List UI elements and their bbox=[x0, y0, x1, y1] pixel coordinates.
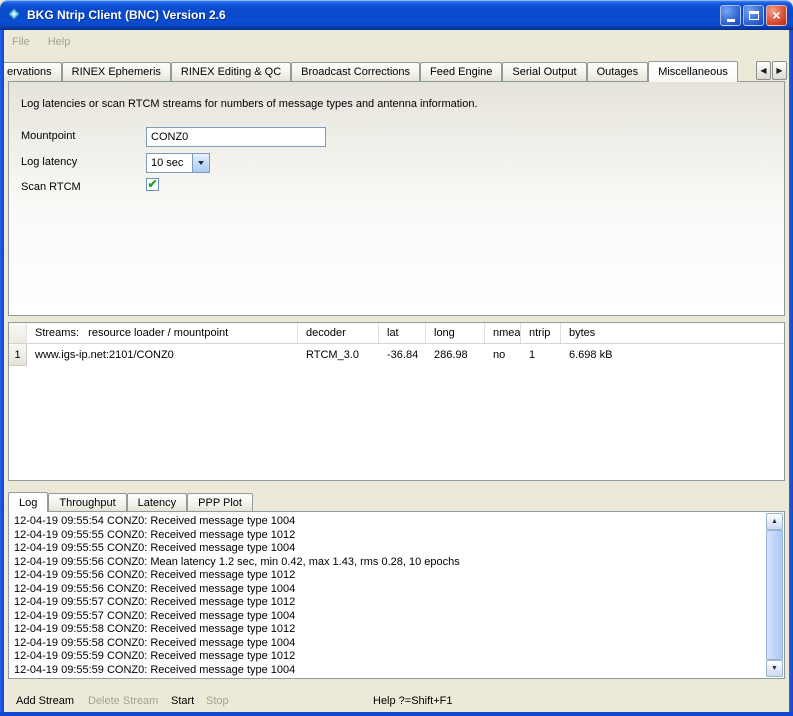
header-lat[interactable]: lat bbox=[379, 323, 426, 343]
app-icon bbox=[6, 6, 22, 25]
add-stream-button[interactable]: Add Stream bbox=[16, 695, 74, 707]
window-border-left bbox=[0, 30, 4, 716]
statusbar: Add Stream Delete Stream Start Stop Help… bbox=[4, 682, 789, 712]
mountpoint-input[interactable] bbox=[146, 127, 326, 147]
log-line: 12-04-19 09:55:55 CONZ0: Received messag… bbox=[14, 529, 762, 543]
cell-ntrip: 1 bbox=[521, 344, 561, 366]
mountpoint-label: Mountpoint bbox=[21, 130, 75, 142]
header-mountpoint[interactable]: Streams: resource loader / mountpoint bbox=[27, 323, 298, 343]
window-border-right bbox=[789, 30, 793, 716]
log-line: 12-04-19 09:55:54 CONZ0: Received messag… bbox=[14, 515, 762, 529]
header-long[interactable]: long bbox=[426, 323, 485, 343]
log-lines: 12-04-19 09:55:54 CONZ0: Received messag… bbox=[14, 515, 762, 676]
stop-button[interactable]: Stop bbox=[206, 695, 229, 707]
tab-observations[interactable]: ervations bbox=[4, 62, 62, 81]
tab-broadcast-corrections[interactable]: Broadcast Corrections bbox=[291, 62, 420, 81]
tab-scroll-buttons: ◀ ▶ bbox=[756, 61, 787, 80]
bottom-tabbar: Log Throughput Latency PPP Plot bbox=[8, 491, 253, 511]
tab-scroll-right-button[interactable]: ▶ bbox=[772, 61, 787, 80]
right-arrow-icon: ▶ bbox=[776, 66, 782, 75]
tab-ppp-plot[interactable]: PPP Plot bbox=[187, 493, 253, 511]
log-line: 12-04-19 09:55:55 CONZ0: Received messag… bbox=[14, 542, 762, 556]
client-area: File Help ervations RINEX Ephemeris RINE… bbox=[4, 30, 789, 712]
table-corner-cell bbox=[9, 323, 27, 343]
panel-description: Log latencies or scan RTCM streams for n… bbox=[21, 98, 478, 110]
maximize-icon bbox=[749, 11, 759, 20]
start-button[interactable]: Start bbox=[171, 695, 194, 707]
log-latency-value: 10 sec bbox=[147, 154, 192, 172]
titlebar[interactable]: BKG Ntrip Client (BNC) Version 2.6 × bbox=[0, 0, 793, 30]
window-border-bottom bbox=[0, 712, 793, 716]
main-tabbar: ervations RINEX Ephemeris RINEX Editing … bbox=[4, 60, 789, 81]
scrollbar-thumb[interactable] bbox=[766, 530, 783, 660]
row-number: 1 bbox=[9, 344, 27, 366]
log-scrollbar[interactable]: ▲ ▼ bbox=[766, 513, 783, 677]
menu-help[interactable]: Help bbox=[48, 36, 71, 48]
tab-outages[interactable]: Outages bbox=[587, 62, 649, 81]
cell-mountpoint: www.igs-ip.net:2101/CONZ0 bbox=[27, 344, 298, 366]
cell-nmea: no bbox=[485, 344, 521, 366]
miscellaneous-panel: Log latencies or scan RTCM streams for n… bbox=[8, 81, 785, 316]
header-decoder[interactable]: decoder bbox=[298, 323, 379, 343]
log-latency-dropdown-button[interactable] bbox=[192, 154, 209, 172]
tab-throughput[interactable]: Throughput bbox=[48, 493, 126, 511]
scan-rtcm-label: Scan RTCM bbox=[21, 181, 81, 193]
cell-lat: -36.84 bbox=[379, 344, 426, 366]
streams-table-header: Streams: resource loader / mountpoint de… bbox=[9, 323, 784, 344]
log-line: 12-04-19 09:55:58 CONZ0: Received messag… bbox=[14, 623, 762, 637]
header-bytes[interactable]: bytes bbox=[561, 323, 784, 343]
tab-scroll-left-button[interactable]: ◀ bbox=[756, 61, 771, 80]
close-button[interactable]: × bbox=[766, 5, 787, 26]
stream-row[interactable]: 1 www.igs-ip.net:2101/CONZ0 RTCM_3.0 -36… bbox=[9, 344, 784, 366]
scroll-down-button[interactable]: ▼ bbox=[766, 660, 783, 677]
app-window: BKG Ntrip Client (BNC) Version 2.6 × Fil… bbox=[0, 0, 793, 716]
cell-bytes: 6.698 kB bbox=[561, 344, 784, 366]
log-latency-label: Log latency bbox=[21, 156, 77, 168]
menubar: File Help bbox=[4, 32, 789, 52]
cell-long: 286.98 bbox=[426, 344, 485, 366]
tab-rinex-editing-qc[interactable]: RINEX Editing & QC bbox=[171, 62, 291, 81]
cell-decoder: RTCM_3.0 bbox=[298, 344, 379, 366]
chevron-down-icon bbox=[198, 161, 204, 165]
help-hint: Help ?=Shift+F1 bbox=[373, 695, 453, 707]
window-title: BKG Ntrip Client (BNC) Version 2.6 bbox=[27, 8, 226, 22]
menu-file[interactable]: File bbox=[12, 36, 30, 48]
left-arrow-icon: ◀ bbox=[760, 66, 766, 75]
log-line: 12-04-19 09:55:58 CONZ0: Received messag… bbox=[14, 637, 762, 651]
header-ntrip[interactable]: ntrip bbox=[521, 323, 561, 343]
check-icon: ✔ bbox=[147, 179, 157, 189]
scroll-up-button[interactable]: ▲ bbox=[766, 513, 783, 530]
log-line: 12-04-19 09:55:56 CONZ0: Received messag… bbox=[14, 569, 762, 583]
log-latency-select[interactable]: 10 sec bbox=[146, 153, 210, 173]
streams-table: Streams: resource loader / mountpoint de… bbox=[8, 322, 785, 481]
tab-feed-engine[interactable]: Feed Engine bbox=[420, 62, 502, 81]
log-line: 12-04-19 09:55:57 CONZ0: Received messag… bbox=[14, 610, 762, 624]
tab-serial-output[interactable]: Serial Output bbox=[502, 62, 586, 81]
tab-log[interactable]: Log bbox=[8, 492, 48, 512]
scan-rtcm-checkbox[interactable]: ✔ bbox=[146, 178, 159, 191]
tab-latency[interactable]: Latency bbox=[127, 493, 188, 511]
header-nmea[interactable]: nmea bbox=[485, 323, 521, 343]
close-icon: × bbox=[772, 8, 780, 22]
log-line: 12-04-19 09:55:56 CONZ0: Received messag… bbox=[14, 583, 762, 597]
maximize-button[interactable] bbox=[743, 5, 764, 26]
log-line: 12-04-19 09:55:56 CONZ0: Mean latency 1.… bbox=[14, 556, 762, 570]
minimize-icon bbox=[727, 19, 735, 22]
log-line: 12-04-19 09:55:59 CONZ0: Received messag… bbox=[14, 650, 762, 664]
delete-stream-button[interactable]: Delete Stream bbox=[88, 695, 158, 707]
up-arrow-icon: ▲ bbox=[771, 518, 778, 525]
tab-miscellaneous[interactable]: Miscellaneous bbox=[648, 61, 738, 82]
down-arrow-icon: ▼ bbox=[771, 665, 778, 672]
log-view[interactable]: 12-04-19 09:55:54 CONZ0: Received messag… bbox=[8, 511, 785, 679]
window-controls: × bbox=[720, 5, 787, 26]
log-line: 12-04-19 09:55:57 CONZ0: Received messag… bbox=[14, 596, 762, 610]
minimize-button[interactable] bbox=[720, 5, 741, 26]
tab-rinex-ephemeris[interactable]: RINEX Ephemeris bbox=[62, 62, 171, 81]
log-line: 12-04-19 09:55:59 CONZ0: Received messag… bbox=[14, 664, 762, 677]
